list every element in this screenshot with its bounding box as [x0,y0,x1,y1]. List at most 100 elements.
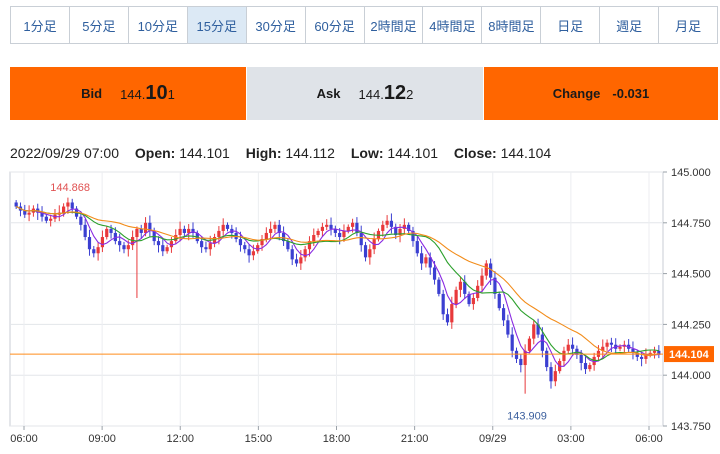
ask-label: Ask [316,86,341,101]
candle-body [135,228,139,238]
candle-body [381,224,385,231]
candle-body [187,228,191,233]
candle-body [96,247,100,254]
y-tick-label: 144.750 [671,218,711,230]
x-tick-label: 09:00 [88,433,116,445]
low-annotation: 143.909 [507,411,547,423]
candle-body [583,363,588,370]
candle-body [256,245,260,252]
candle-body [363,245,368,258]
candle-body [329,224,333,229]
tab-timeframe[interactable]: 月足 [659,7,718,43]
candle-body [532,324,536,339]
candle-body [325,224,329,227]
chart-svg[interactable]: 145.000 144.750 144.500 144.250 144.000 143.7… [0,167,720,454]
high-label: High: [245,145,282,161]
candle-body [501,308,506,321]
candle-body [570,344,575,349]
low-label: Low: [350,145,384,161]
ask-price-prefix: 144. [358,87,384,102]
candle-body [66,202,70,207]
tab-timeframe[interactable]: 週足 [600,7,660,43]
candle-body [355,222,359,233]
candle-body [225,224,230,229]
candle-body [178,228,182,235]
candle-body [156,241,161,246]
candle-body [519,358,523,366]
candle-body [92,249,96,254]
tab-timeframe[interactable]: 2時間足 [364,7,424,43]
high-value: 144.112 [285,145,335,161]
change-value: -0.031 [612,86,650,101]
bid-price-fraction: 1 [167,87,175,102]
tab-timeframe[interactable]: 日足 [541,7,601,43]
candle-body [44,216,48,221]
candle-body [480,275,484,286]
tab-timeframe[interactable]: 15分足 [187,7,247,43]
candle-body [70,202,74,209]
candle-body [510,334,514,351]
candle-body [105,228,109,238]
x-tick-label: 03:00 [557,433,585,445]
candle-body [251,251,255,256]
candle-body [273,224,277,229]
candle-body [118,241,122,246]
candle-body [415,241,419,254]
candlestick-chart[interactable]: 145.000 144.750 144.500 144.250 144.000 143.7… [0,167,720,454]
candle-body [87,237,92,250]
candle-body [122,245,126,250]
tab-timeframe[interactable]: 8時間足 [482,7,542,43]
candle-body [126,245,130,250]
open-value: 144.101 [179,145,230,161]
candle-body [320,226,325,231]
bid-label: Bid [81,86,103,101]
candle-body [588,365,592,370]
tab-timeframe[interactable]: 30分足 [246,7,306,43]
candle-body [639,356,644,359]
bid-price-prefix: 144. [120,87,146,102]
tab-timeframe[interactable]: 4時間足 [423,7,483,43]
candle-body [359,232,363,246]
candle-body [109,228,113,233]
x-tick-label: 21:00 [401,433,429,445]
candle-body [182,228,186,233]
high-annotation: 144.868 [50,182,90,194]
candle-body [389,220,394,227]
open-label: Open: [134,145,176,161]
candle-body [286,241,290,250]
candle-body [454,289,458,305]
candle-body [208,243,212,250]
y-tick-label: 145.000 [671,168,711,179]
tab-timeframe[interactable]: 60分足 [305,7,365,43]
candle-body [238,239,243,246]
tab-timeframe[interactable]: 1分足 [11,7,70,43]
x-tick-label: 15:00 [245,433,273,445]
candle-body [139,228,143,233]
ask-price: 144.122 [359,82,414,105]
y-tick-label: 144.250 [671,319,711,331]
candle-body [299,257,303,264]
candle-body [221,224,225,231]
candle-body [247,249,251,256]
tab-timeframe[interactable]: 5分足 [69,7,129,43]
tab-timeframe[interactable]: 10分足 [128,7,188,43]
x-tick-label: 18:00 [323,433,351,445]
candle-body [264,232,268,240]
candle-body [294,259,299,264]
candle-body [450,304,454,323]
candle-body [445,314,450,323]
candle-body [14,202,18,207]
y-tick-label: 144.500 [671,269,711,281]
candle-body [497,293,501,309]
candle-body [385,220,389,225]
candle-body [368,249,372,258]
ohlc-info: 2022/09/29 07:00 Open: 144.101 High: 144… [10,145,551,161]
bid-price-pips: 10 [145,82,168,104]
candle-body [100,237,105,248]
change-panel: Change -0.031 [484,67,718,120]
candle-body [83,224,87,238]
close-label: Close: [453,145,497,161]
candle-body [27,212,31,215]
candle-body [514,350,519,359]
candle-body [161,245,165,252]
